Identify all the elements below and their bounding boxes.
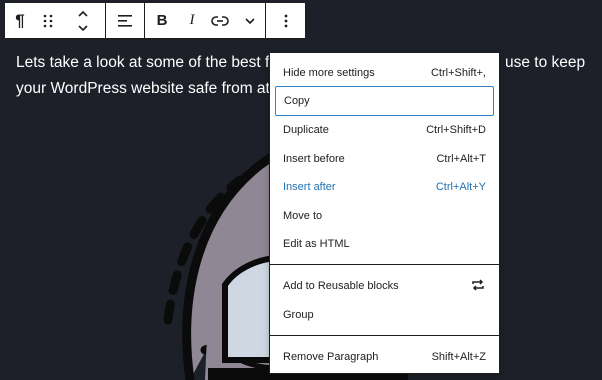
menu-item-label: Duplicate: [283, 124, 329, 136]
block-options-menu: Hide more settings Ctrl+Shift+, Copy Dup…: [269, 52, 500, 374]
menu-item-label: Insert after: [283, 181, 336, 193]
block-type-group: ¶: [5, 3, 106, 38]
paragraph-line1-end: use to keep: [505, 54, 586, 71]
menu-item-label: Copy: [284, 95, 310, 107]
italic-button[interactable]: I: [179, 3, 205, 38]
format-group: B I: [145, 3, 266, 38]
menu-item-move-to[interactable]: Move to: [275, 201, 494, 231]
drag-handle-icon[interactable]: [35, 3, 61, 38]
repeat-icon: [470, 278, 486, 295]
more-options-icon[interactable]: [266, 3, 306, 38]
menu-item-edit-as-html[interactable]: Edit as HTML: [275, 229, 494, 259]
menu-item-label: Edit as HTML: [283, 238, 350, 250]
align-group: [106, 3, 145, 38]
menu-item-label: Group: [283, 309, 314, 321]
menu-item-copy[interactable]: Copy: [275, 86, 494, 116]
menu-item-label: Add to Reusable blocks: [283, 280, 399, 292]
paragraph-line1: Lets take a look at some of the best fre…: [16, 54, 292, 71]
menu-item-label: Move to: [283, 210, 323, 222]
menu-item-label: Hide more settings: [283, 67, 375, 79]
paragraph-icon[interactable]: ¶: [5, 3, 35, 38]
menu-item-duplicate[interactable]: Duplicate Ctrl+Shift+D: [275, 115, 494, 145]
menu-divider: [270, 335, 499, 336]
move-up-down-icon[interactable]: [61, 3, 105, 38]
menu-item-group[interactable]: Group: [275, 300, 494, 330]
align-icon[interactable]: [106, 3, 144, 38]
chevron-down-icon[interactable]: [235, 3, 265, 38]
menu-item-shortcut: Ctrl+Alt+Y: [435, 181, 486, 193]
block-toolbar: ¶ B I: [4, 2, 306, 39]
menu-item-insert-before[interactable]: Insert before Ctrl+Alt+T: [275, 144, 494, 174]
menu-item-insert-after[interactable]: Insert after Ctrl+Alt+Y: [275, 172, 494, 202]
menu-item-remove-paragraph[interactable]: Remove Paragraph Shift+Alt+Z: [275, 342, 494, 372]
menu-item-shortcut: Shift+Alt+Z: [431, 351, 486, 363]
menu-item-shortcut: Ctrl+Alt+T: [436, 153, 486, 165]
menu-item-add-to-reusable-blocks[interactable]: Add to Reusable blocks: [275, 271, 494, 301]
bold-button[interactable]: B: [145, 3, 179, 38]
options-group: [266, 3, 306, 38]
menu-item-label: Remove Paragraph: [283, 351, 379, 363]
menu-item-shortcut: Ctrl+Shift+,: [430, 67, 486, 79]
menu-item-label: Insert before: [283, 153, 345, 165]
link-icon[interactable]: [205, 3, 235, 38]
menu-divider: [270, 264, 499, 265]
menu-item-shortcut: Ctrl+Shift+D: [426, 124, 486, 136]
menu-item-hide-more-settings[interactable]: Hide more settings Ctrl+Shift+,: [275, 58, 494, 88]
